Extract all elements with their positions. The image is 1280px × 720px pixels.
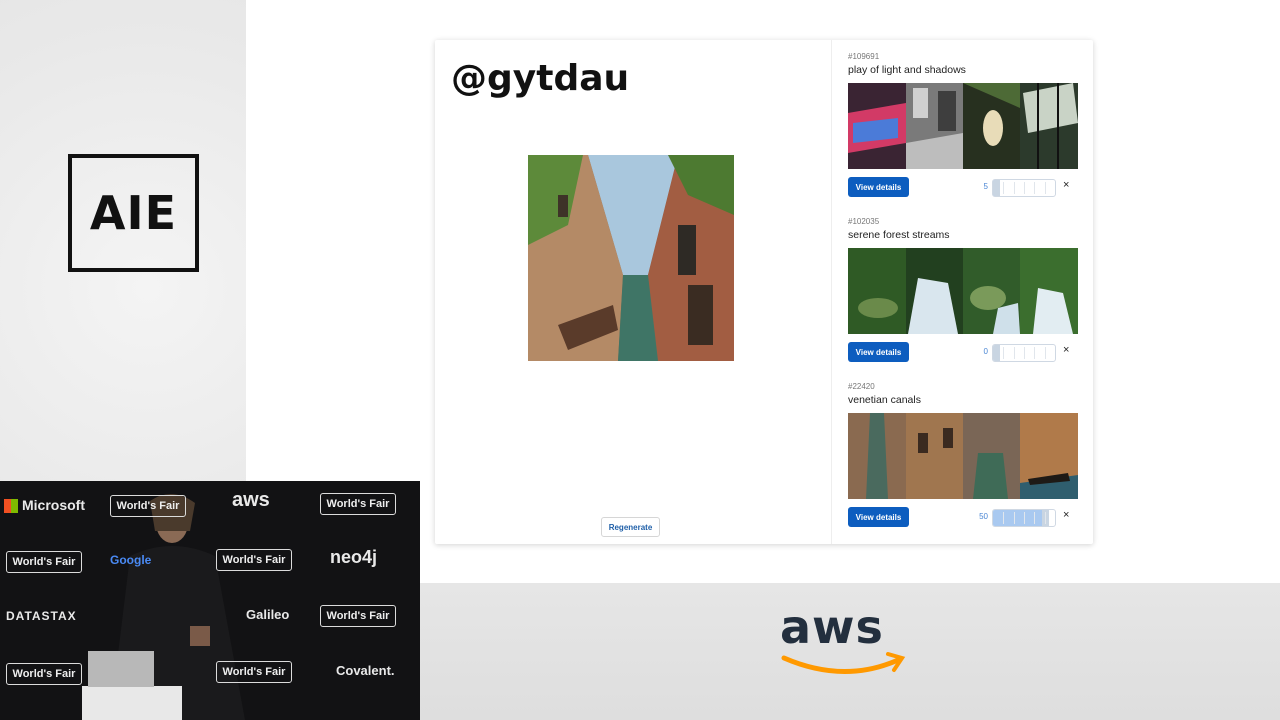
view-details-button[interactable]: View details bbox=[848, 342, 909, 362]
slider-tick bbox=[1024, 347, 1025, 359]
count-slider[interactable] bbox=[992, 344, 1056, 362]
topic-card: #22420 venetian canals View details 50 × bbox=[848, 382, 1078, 529]
light-shadow-thumbnails bbox=[848, 83, 1078, 169]
topic-card: #102035 serene forest streams View detai… bbox=[848, 217, 1078, 364]
app-card: @gytdau Regenerate #109691 play of light… bbox=[435, 40, 1093, 544]
topic-controls: View details 0 × bbox=[848, 342, 1078, 364]
topic-title: venetian canals bbox=[848, 394, 921, 406]
slider-tick bbox=[1003, 182, 1004, 194]
sponsor-google: Google bbox=[110, 553, 152, 567]
forest-stream-thumbnails bbox=[848, 248, 1078, 334]
image-count: 5 bbox=[983, 182, 988, 191]
slider-tick bbox=[1045, 512, 1046, 524]
aws-logo-text: aws bbox=[780, 600, 884, 654]
slider-tick bbox=[1024, 182, 1025, 194]
slider-knob[interactable] bbox=[993, 180, 1000, 196]
close-icon[interactable]: × bbox=[1063, 179, 1069, 191]
sponsor-worlds-fair: World's Fair bbox=[110, 495, 186, 517]
venetian-canal-thumbnails bbox=[848, 413, 1078, 499]
sponsor-worlds-fair: World's Fair bbox=[6, 663, 82, 685]
speaker-video: Microsoft World's Fair aws World's Fair … bbox=[0, 481, 420, 720]
slider-knob[interactable] bbox=[993, 345, 1000, 361]
sponsor-galileo: Galileo bbox=[246, 607, 290, 622]
slider-fill bbox=[993, 510, 1049, 526]
view-details-button[interactable]: View details bbox=[848, 177, 909, 197]
slider-tick bbox=[1034, 512, 1035, 524]
slider-tick bbox=[1034, 182, 1035, 194]
topic-title: play of light and shadows bbox=[848, 64, 966, 76]
aie-logo-text: AIE bbox=[89, 186, 178, 240]
sponsor-neo4j: neo4j bbox=[330, 547, 378, 567]
sponsor-microsoft: Microsoft bbox=[22, 497, 85, 513]
sponsor-datastax: DATASTAX bbox=[6, 609, 77, 623]
topic-title: serene forest streams bbox=[848, 229, 950, 241]
sponsor-worlds-fair: World's Fair bbox=[320, 493, 396, 515]
slider-tick bbox=[1014, 347, 1015, 359]
count-slider[interactable] bbox=[992, 509, 1056, 527]
aws-smile-icon bbox=[781, 652, 906, 674]
topic-id: #22420 bbox=[848, 382, 875, 391]
view-details-button[interactable]: View details bbox=[848, 507, 909, 527]
generated-image-canvas bbox=[528, 155, 734, 361]
topic-image-strip[interactable] bbox=[848, 413, 1078, 499]
slider-tick bbox=[1024, 512, 1025, 524]
panel-divider bbox=[831, 40, 832, 544]
slider-tick bbox=[1003, 347, 1004, 359]
aie-logo: AIE bbox=[68, 154, 199, 272]
slider-tick bbox=[1014, 512, 1015, 524]
topic-image-strip[interactable] bbox=[848, 248, 1078, 334]
generated-image bbox=[528, 155, 734, 361]
sponsor-worlds-fair: World's Fair bbox=[216, 661, 292, 683]
close-icon[interactable]: × bbox=[1063, 344, 1069, 356]
count-slider[interactable] bbox=[992, 179, 1056, 197]
image-count: 0 bbox=[983, 347, 988, 356]
sponsor-worlds-fair: World's Fair bbox=[6, 551, 82, 573]
sponsor-worlds-fair: World's Fair bbox=[216, 549, 292, 571]
slider-tick bbox=[1034, 347, 1035, 359]
slider-tick bbox=[1014, 182, 1015, 194]
sponsor-aws: aws bbox=[232, 489, 270, 511]
slider-tick bbox=[1003, 512, 1004, 524]
close-icon[interactable]: × bbox=[1063, 509, 1069, 521]
image-count: 50 bbox=[979, 512, 988, 521]
topic-image-strip[interactable] bbox=[848, 83, 1078, 169]
topic-card: #109691 play of light and shadows View d… bbox=[848, 52, 1078, 199]
microsoft-icon bbox=[4, 499, 18, 513]
aws-logo: aws bbox=[780, 600, 910, 690]
slider-tick bbox=[1045, 182, 1046, 194]
regenerate-button[interactable]: Regenerate bbox=[601, 517, 660, 537]
topic-id: #102035 bbox=[848, 217, 880, 226]
sponsor-covalent: Covalent. bbox=[336, 663, 395, 678]
topic-id: #109691 bbox=[848, 52, 880, 61]
user-handle: @gytdau bbox=[451, 58, 630, 99]
slider-tick bbox=[1045, 347, 1046, 359]
topic-controls: View details 5 × bbox=[848, 177, 1078, 199]
topic-controls: View details 50 × bbox=[848, 507, 1078, 529]
sponsor-worlds-fair: World's Fair bbox=[320, 605, 396, 627]
